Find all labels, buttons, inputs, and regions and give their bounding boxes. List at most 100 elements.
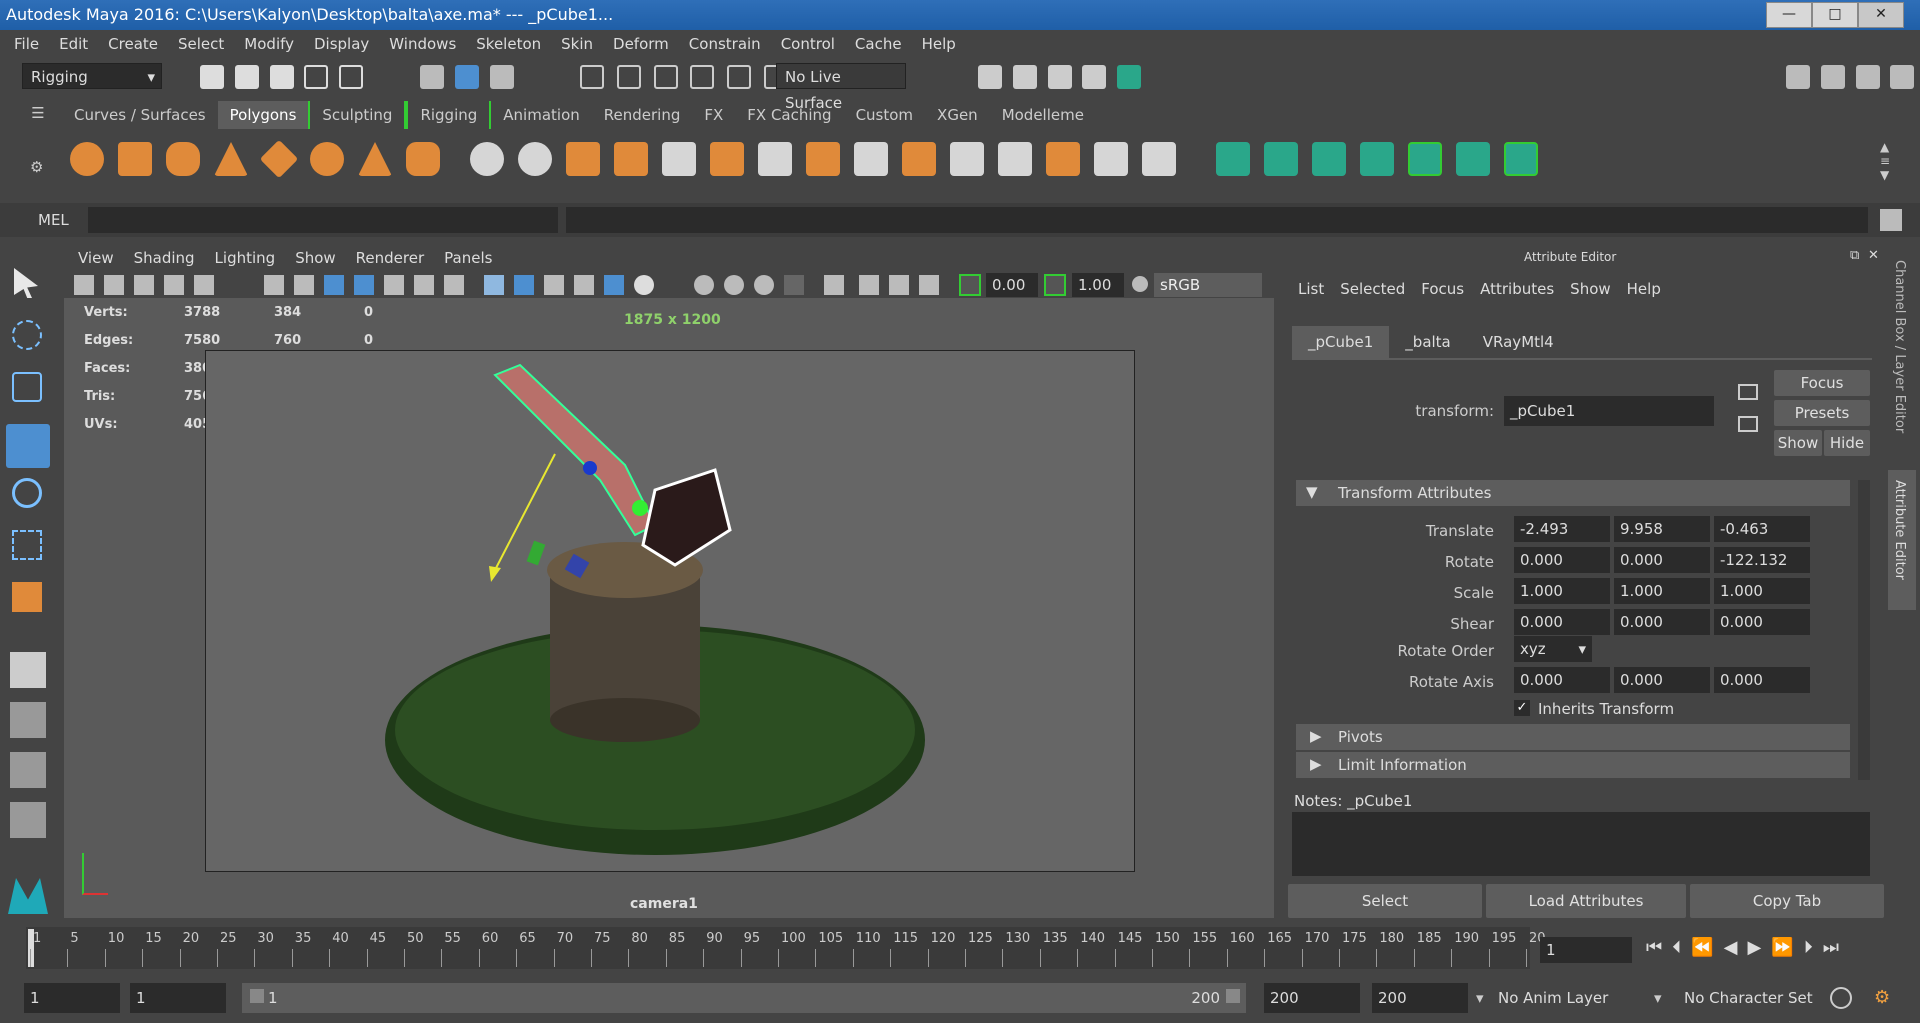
save-scene-icon[interactable]: [269, 65, 294, 89]
wireframe-icon[interactable]: [484, 275, 504, 295]
shelf-menu-icon[interactable]: ☰: [26, 104, 50, 128]
play-back-icon[interactable]: ◀: [1724, 937, 1748, 958]
prev-key-icon[interactable]: ⏪: [1691, 937, 1723, 958]
resolution-gate-icon[interactable]: [324, 275, 344, 295]
script-editor-icon[interactable]: [1880, 209, 1902, 231]
safe-title-icon[interactable]: [444, 275, 464, 295]
time-slider-track[interactable]: 1 5 10 15 20 25 30 35 40 45 50 55 60 65 70 75 80 85 90 95 10…: [26, 927, 1546, 969]
transform-attributes-header[interactable]: ▼ Transform Attributes: [1296, 480, 1850, 506]
copy-tab-button[interactable]: Copy Tab: [1690, 884, 1884, 918]
poly-pipe-icon[interactable]: [406, 142, 440, 176]
shelf-tab-custom[interactable]: Custom: [844, 101, 925, 129]
animation-start-field[interactable]: 1: [24, 983, 120, 1013]
film-gate-icon[interactable]: [294, 275, 314, 295]
merge-icon[interactable]: [854, 142, 888, 176]
snap-surface-icon[interactable]: [727, 65, 752, 89]
xray-joints-icon[interactable]: [889, 275, 909, 295]
xray-components-icon[interactable]: [919, 275, 939, 295]
maximize-button[interactable]: □: [1812, 2, 1858, 28]
hide-button[interactable]: Hide: [1824, 430, 1870, 456]
four-view-icon[interactable]: [10, 702, 46, 738]
output-connections-icon[interactable]: [1738, 416, 1758, 432]
rotate-tool-icon[interactable]: [12, 478, 42, 508]
open-scene-icon[interactable]: [234, 65, 259, 89]
translate-z-field[interactable]: -0.463: [1714, 516, 1810, 542]
range-end-handle[interactable]: [1226, 989, 1240, 1003]
select-object-icon[interactable]: [454, 65, 479, 89]
rotate-y-field[interactable]: 0.000: [1614, 547, 1710, 573]
shelf-tab-animation[interactable]: Animation: [491, 101, 591, 129]
range-slider-bar[interactable]: 1 200: [242, 983, 1246, 1013]
snap-curve-icon[interactable]: [616, 65, 641, 89]
render-view-icon[interactable]: [978, 65, 1002, 89]
depth-of-field-icon[interactable]: [784, 275, 804, 295]
modeling-toolkit-icon[interactable]: [1786, 65, 1810, 89]
play-forward-icon[interactable]: ▶: [1747, 937, 1771, 958]
textured-icon[interactable]: [574, 275, 594, 295]
grease-pencil-icon[interactable]: [194, 275, 214, 295]
rotate-order-dropdown[interactable]: xyz ▾: [1514, 636, 1592, 662]
menu-control[interactable]: Control: [771, 30, 845, 58]
attr-scrollbar[interactable]: [1858, 480, 1870, 780]
next-key-icon[interactable]: ⏩: [1771, 937, 1803, 958]
colorspace-dropdown[interactable]: sRGB gamma: [1154, 273, 1262, 318]
gamma-field[interactable]: 1.00: [1072, 273, 1124, 297]
menu-windows[interactable]: Windows: [379, 30, 466, 58]
notes-field[interactable]: [1292, 812, 1870, 876]
unfold-icon[interactable]: [1408, 142, 1442, 176]
shelf-tab-fx[interactable]: FX: [692, 101, 735, 129]
paint-select-tool-icon[interactable]: [12, 372, 42, 402]
menu-select[interactable]: Select: [168, 30, 234, 58]
safe-action-icon[interactable]: [414, 275, 434, 295]
gamma-icon[interactable]: [1044, 274, 1066, 296]
menu-file[interactable]: File: [4, 30, 49, 58]
ae-tab[interactable]: VRayMtl4: [1467, 326, 1570, 358]
exposure-field[interactable]: 0.00: [986, 273, 1038, 297]
rotate-x-field[interactable]: 0.000: [1514, 547, 1610, 573]
spherical-map-icon[interactable]: [1312, 142, 1346, 176]
menu-constrain[interactable]: Constrain: [679, 30, 771, 58]
mirror-icon[interactable]: [1094, 142, 1128, 176]
input-connections-icon[interactable]: [1738, 384, 1758, 400]
bevel-icon[interactable]: [806, 142, 840, 176]
shelf-settings-icon[interactable]: ⚙: [30, 158, 43, 176]
animation-end-field[interactable]: 200: [1372, 983, 1468, 1013]
poly-cone-icon[interactable]: [214, 142, 248, 176]
append-polygon-icon[interactable]: [902, 142, 936, 176]
shear-y-field[interactable]: 0.000: [1614, 609, 1710, 635]
mel-label[interactable]: MEL: [38, 211, 69, 229]
focus-button[interactable]: Focus: [1774, 370, 1870, 396]
render-frame-icon[interactable]: [1012, 65, 1037, 89]
character-set-label[interactable]: No Character Set: [1684, 989, 1813, 1007]
scale-z-field[interactable]: 1.000: [1714, 578, 1810, 604]
ipr-render-icon[interactable]: [1047, 65, 1072, 89]
anti-aliasing-icon[interactable]: [754, 275, 774, 295]
menu-set-dropdown[interactable]: Rigging ▾: [22, 63, 162, 89]
snap-point-icon[interactable]: [653, 65, 678, 89]
scale-x-field[interactable]: 1.000: [1514, 578, 1610, 604]
uv-editor-icon[interactable]: [1142, 142, 1176, 176]
limit-information-header[interactable]: ▶ Limit Information: [1296, 752, 1850, 778]
ae-menu-attributes[interactable]: Attributes: [1472, 280, 1562, 298]
poly-pyramid-icon[interactable]: [358, 142, 392, 176]
extrude-icon[interactable]: [662, 142, 696, 176]
shelf-tab-rendering[interactable]: Rendering: [592, 101, 693, 129]
tool-settings-toggle-icon[interactable]: [1855, 65, 1880, 89]
menu-deform[interactable]: Deform: [603, 30, 679, 58]
go-to-start-icon[interactable]: ⏮: [1646, 937, 1672, 958]
viewport-3d[interactable]: Verts:37883840Edges:75807600Faces:380038…: [64, 298, 1274, 918]
undo-icon[interactable]: [304, 65, 329, 89]
shelf-scroll[interactable]: ▲ ≡ ▼: [1880, 140, 1890, 182]
chevron-down-icon[interactable]: ▾: [1476, 989, 1484, 1007]
redo-icon[interactable]: [339, 65, 364, 89]
show-button[interactable]: Show: [1774, 430, 1822, 456]
render-settings-icon[interactable]: [1082, 65, 1107, 89]
step-forward-icon[interactable]: ⏵: [1804, 937, 1823, 958]
playback-end-field[interactable]: 200: [1264, 983, 1360, 1013]
ae-menu-focus[interactable]: Focus: [1413, 280, 1472, 298]
persp-outliner-icon[interactable]: [10, 752, 46, 788]
ae-tab[interactable]: _balta: [1389, 326, 1466, 358]
playback-start-field[interactable]: 1: [130, 983, 226, 1013]
grid-icon[interactable]: [264, 275, 284, 295]
current-frame-field[interactable]: 1: [1540, 937, 1632, 963]
